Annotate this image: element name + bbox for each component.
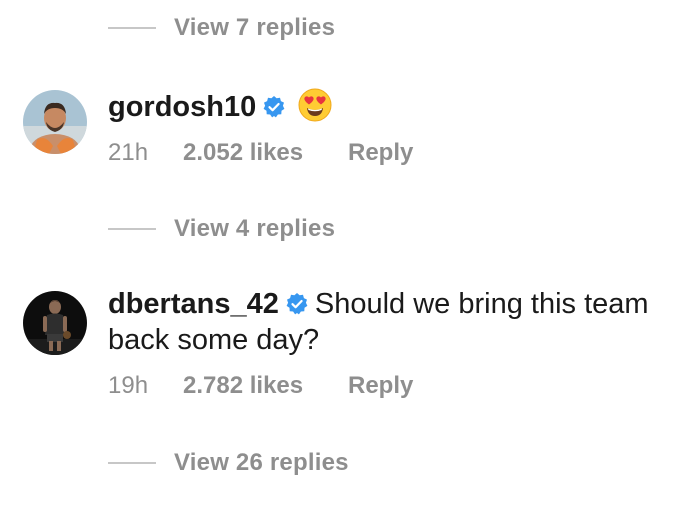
comment-meta: 19h 2.782 likes Reply xyxy=(108,371,413,401)
replies-divider-line xyxy=(108,27,156,29)
reply-button[interactable]: Reply xyxy=(348,372,413,400)
view-replies-label: View 4 replies xyxy=(174,215,336,242)
comment-username[interactable]: gordosh10 xyxy=(108,91,256,123)
view-replies-button[interactable]: View 4 replies xyxy=(108,211,335,247)
view-replies-label: View 26 replies xyxy=(174,449,349,476)
verified-badge-icon xyxy=(263,96,285,118)
avatar[interactable] xyxy=(23,291,87,355)
verified-badge-icon xyxy=(286,293,308,315)
comment-timestamp: 21h xyxy=(108,139,149,166)
avatar-image-gordosh10 xyxy=(23,90,87,154)
comment-body: gordosh10 xyxy=(108,88,668,125)
view-replies-button[interactable]: View 26 replies xyxy=(108,445,349,481)
comment-likes[interactable]: 2.052 likes xyxy=(183,139,348,167)
avatar[interactable] xyxy=(23,90,87,154)
comment-timestamp: 19h xyxy=(108,372,149,399)
comment-meta: 21h 2.052 likes Reply xyxy=(108,138,413,168)
comment-likes[interactable]: 2.782 likes xyxy=(183,372,348,400)
avatar-image-dbertans_42 xyxy=(23,291,87,355)
heart-eyes-emoji xyxy=(298,88,332,122)
view-replies-button[interactable]: View 7 replies xyxy=(108,10,335,46)
view-replies-label: View 7 replies xyxy=(174,14,336,41)
comment-username[interactable]: dbertans_42 xyxy=(108,288,279,320)
comment-body: dbertans_42 Should we bring this team ba… xyxy=(108,286,668,358)
replies-divider-line xyxy=(108,228,156,230)
replies-divider-line xyxy=(108,462,156,464)
reply-button[interactable]: Reply xyxy=(348,139,413,167)
